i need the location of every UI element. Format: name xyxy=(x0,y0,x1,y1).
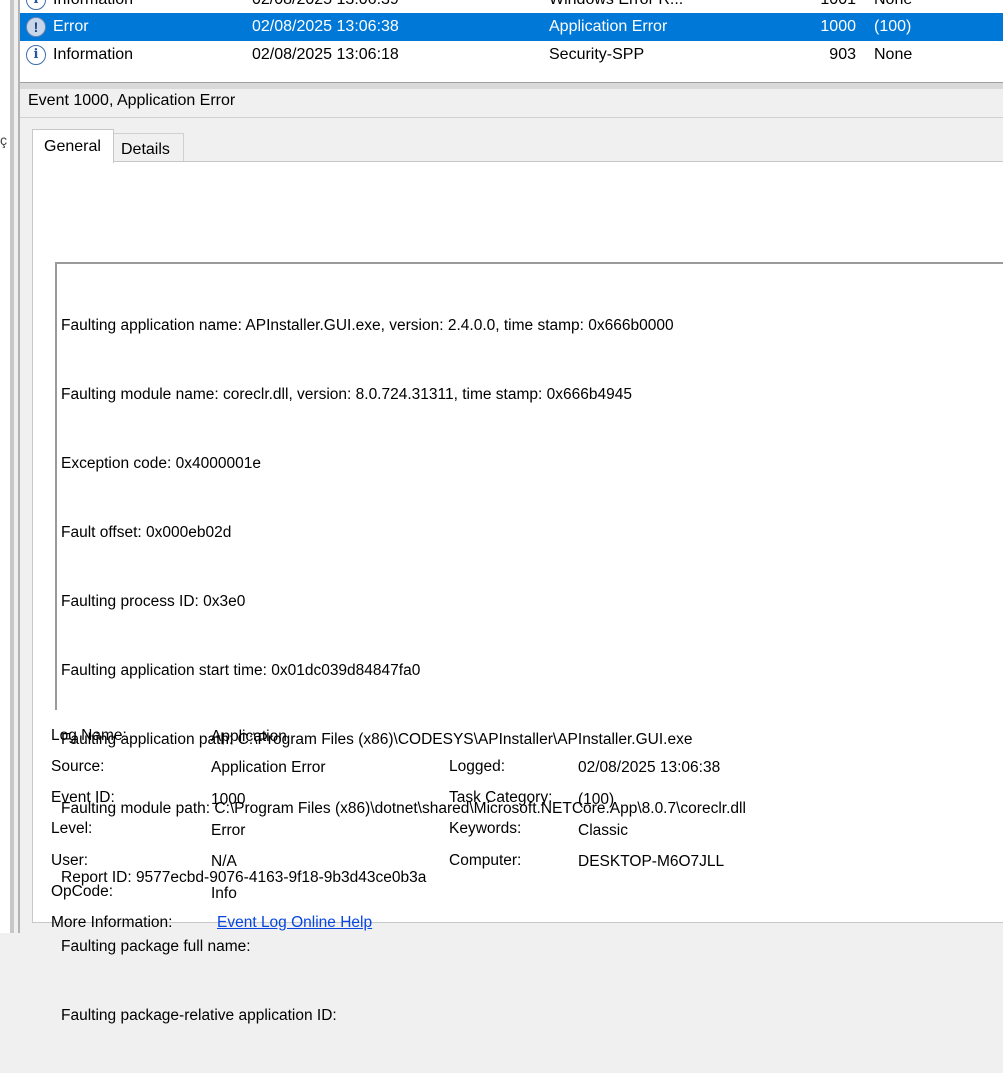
more-information-label: More Information: xyxy=(51,914,173,931)
tab-general[interactable]: General xyxy=(32,129,114,163)
event-row[interactable]: i Information 02/08/2025 13:06:39 Window… xyxy=(20,0,1003,14)
detail-title: Event 1000, Application Error xyxy=(28,92,236,109)
error-icon: ! xyxy=(26,17,46,37)
description-line: Faulting package-relative application ID… xyxy=(61,1007,342,1024)
source-value[interactable]: Application Error xyxy=(211,759,326,777)
event-date: 02/08/2025 13:06:18 xyxy=(252,46,399,63)
description-line: Faulting process ID: 0x3e0 xyxy=(61,593,246,610)
task-category-label: Task Category: xyxy=(449,789,553,806)
description-text[interactable]: Faulting application name: APInstaller.G… xyxy=(61,268,746,1073)
event-category: None xyxy=(874,46,913,63)
description-box[interactable]: Faulting application name: APInstaller.G… xyxy=(55,262,1003,1024)
event-id: 1000 xyxy=(820,18,856,35)
user-label: User: xyxy=(51,852,89,869)
event-category: (100) xyxy=(874,18,912,35)
event-id-label: Event ID: xyxy=(51,789,115,806)
logged-value[interactable]: 02/08/2025 13:06:38 xyxy=(578,759,720,777)
description-line: Faulting module path: C:\Program Files (… xyxy=(61,800,746,817)
description-line: Faulting application path: C:\Program Fi… xyxy=(61,731,693,748)
info-icon: i xyxy=(26,0,46,10)
event-category: None xyxy=(874,0,912,9)
source-label: Source: xyxy=(51,758,105,775)
description-line: Faulting application name: APInstaller.G… xyxy=(61,317,674,334)
event-date: 02/08/2025 13:06:38 xyxy=(252,18,399,35)
event-date: 02/08/2025 13:06:39 xyxy=(252,0,399,9)
computer-value[interactable]: DESKTOP-M6O7JLL xyxy=(578,853,724,871)
event-detail-pane: Event 1000, Application Error General De… xyxy=(20,89,1003,1024)
event-level: Information xyxy=(53,0,133,9)
event-level: Error xyxy=(53,18,89,35)
left-splitter[interactable] xyxy=(10,0,14,933)
task-category-value[interactable]: (100) xyxy=(578,791,614,809)
horizontal-splitter[interactable] xyxy=(20,82,1003,89)
truncated-text: ç xyxy=(0,132,7,148)
tab-general-label: General xyxy=(44,138,101,155)
keywords-label: Keywords: xyxy=(449,820,522,837)
event-source: Windows Error R... xyxy=(549,0,683,9)
opcode-value[interactable]: Info xyxy=(211,885,237,903)
logged-label: Logged: xyxy=(449,758,506,775)
event-source: Application Error xyxy=(549,18,668,35)
level-value[interactable]: Error xyxy=(211,822,245,840)
opcode-label: OpCode: xyxy=(51,883,114,900)
event-log-online-help-link[interactable]: Event Log Online Help xyxy=(217,914,372,932)
level-label: Level: xyxy=(51,820,93,837)
tab-details[interactable]: Details xyxy=(112,133,184,162)
description-line: Exception code: 0x4000001e xyxy=(61,455,261,472)
info-icon: i xyxy=(26,45,46,65)
event-row[interactable]: i Information 02/08/2025 13:06:18 Securi… xyxy=(20,41,1003,69)
left-panel-edge: ç xyxy=(0,0,10,933)
event-row-selected[interactable]: ! Error 02/08/2025 13:06:38 Application … xyxy=(20,13,1003,41)
tab-details-label: Details xyxy=(121,141,170,158)
log-name-label: Log Name: xyxy=(51,727,127,744)
divider xyxy=(20,117,1003,118)
event-id-value[interactable]: 1000 xyxy=(211,791,245,809)
description-line: Fault offset: 0x000eb02d xyxy=(61,524,232,541)
event-id: 903 xyxy=(829,46,856,63)
computer-label: Computer: xyxy=(449,852,522,869)
description-line: Faulting application start time: 0x01dc0… xyxy=(61,662,421,679)
description-line: Faulting module name: coreclr.dll, versi… xyxy=(61,386,632,403)
log-name-value[interactable]: Application xyxy=(211,728,287,746)
user-value[interactable]: N/A xyxy=(211,853,237,871)
event-level: Information xyxy=(53,46,134,63)
event-id: 1001 xyxy=(790,0,856,9)
description-line: Faulting package full name: xyxy=(61,938,255,955)
event-list[interactable]: i Information 02/08/2025 13:06:39 Window… xyxy=(20,0,1003,82)
keywords-value[interactable]: Classic xyxy=(578,822,628,840)
general-tab-page: Faulting application name: APInstaller.G… xyxy=(32,161,1003,1024)
event-source: Security-SPP xyxy=(549,46,645,63)
